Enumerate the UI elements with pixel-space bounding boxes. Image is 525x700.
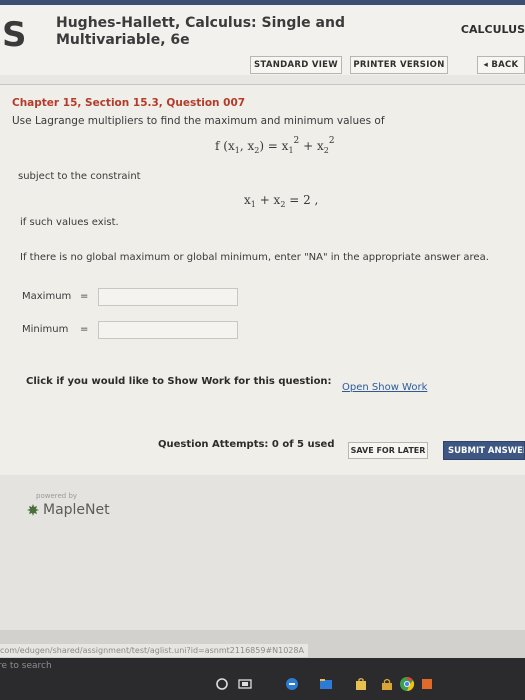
maximum-input[interactable] bbox=[98, 288, 238, 306]
equals-sign: = bbox=[80, 291, 89, 302]
maximum-answer-row: Maximum = bbox=[22, 288, 262, 308]
if-exist-note: if such values exist. bbox=[20, 217, 119, 228]
printer-version-button[interactable]: PRINTER VERSION bbox=[350, 56, 448, 74]
footer-area: powered by MapleNet bbox=[0, 475, 525, 630]
notes-icon[interactable] bbox=[418, 676, 436, 692]
wiley-logo: S bbox=[2, 15, 27, 55]
na-instruction: If there is no global maximum or global … bbox=[20, 252, 489, 263]
maximum-label: Maximum bbox=[22, 291, 72, 302]
maplenet-logo: MapleNet bbox=[26, 502, 110, 518]
lock-icon[interactable] bbox=[378, 676, 396, 692]
maplenet-brand: MapleNet bbox=[43, 502, 110, 518]
show-work-prompt: Click if you would like to Show Work for… bbox=[26, 376, 332, 387]
save-for-later-button[interactable]: SAVE FOR LATER bbox=[348, 442, 428, 459]
cortana-icon[interactable] bbox=[213, 676, 231, 692]
back-button[interactable]: ◂ BACK bbox=[477, 56, 525, 74]
file-explorer-icon[interactable] bbox=[317, 676, 335, 692]
question-panel: Chapter 15, Section 15.3, Question 007 U… bbox=[0, 85, 525, 475]
maple-leaf-icon bbox=[27, 504, 39, 516]
minimum-input[interactable] bbox=[98, 321, 238, 339]
status-url: com/edugen/shared/assignment/test/aglist… bbox=[0, 644, 308, 657]
task-view-icon[interactable] bbox=[236, 676, 254, 692]
course-tag: CALCULUS bbox=[460, 23, 525, 36]
minimum-answer-row: Minimum = bbox=[22, 321, 262, 341]
objective-function: f (x1, x2) = x12 + x22 bbox=[215, 136, 335, 155]
subject-to-label: subject to the constraint bbox=[18, 171, 141, 182]
question-heading: Chapter 15, Section 15.3, Question 007 bbox=[12, 97, 246, 109]
constraint-equation: x1 + x2 = 2 , bbox=[244, 193, 319, 209]
question-prompt: Use Lagrange multipliers to find the max… bbox=[12, 115, 385, 127]
submit-answer-button[interactable]: SUBMIT ANSWER bbox=[443, 441, 525, 460]
taskbar-search[interactable]: re to search bbox=[0, 661, 138, 675]
open-show-work-link[interactable]: Open Show Work bbox=[342, 382, 427, 393]
view-toolbar: STANDARD VIEW PRINTER VERSION ◂ BACK bbox=[0, 52, 525, 80]
chrome-icon[interactable] bbox=[398, 676, 416, 692]
equals-sign: = bbox=[80, 324, 89, 335]
powered-by-label: powered by bbox=[36, 492, 78, 500]
book-title: Hughes-Hallett, Calculus: Single and Mul… bbox=[56, 15, 345, 48]
minimum-label: Minimum bbox=[22, 324, 69, 335]
edge-icon[interactable] bbox=[283, 676, 301, 692]
store-icon[interactable] bbox=[352, 676, 370, 692]
attempts-counter: Question Attempts: 0 of 5 used bbox=[158, 439, 335, 450]
standard-view-button[interactable]: STANDARD VIEW bbox=[250, 56, 342, 74]
